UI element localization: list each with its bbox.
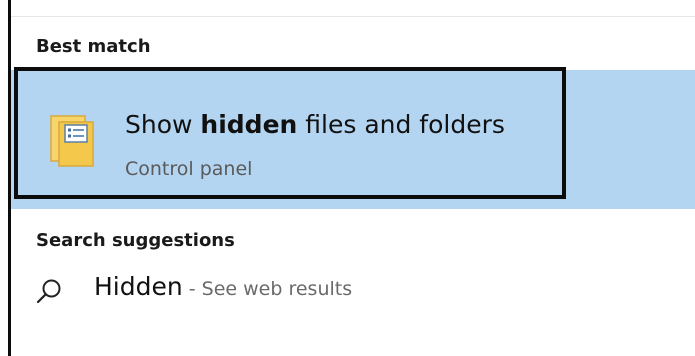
top-divider (11, 16, 695, 17)
folder-options-icon (50, 115, 94, 167)
search-suggestions-heading: Search suggestions (36, 230, 235, 251)
best-match-heading: Best match (36, 36, 151, 57)
result-subtitle: Control panel (125, 158, 253, 180)
best-match-result[interactable] (11, 70, 695, 209)
suggestion-term: Hidden (94, 272, 183, 301)
suggestion-separator: - (182, 278, 202, 300)
suggestion-hint: See web results (201, 278, 353, 300)
suggestion-text: Hidden - See web results (94, 272, 352, 301)
result-title: Show hidden files and folders (125, 110, 505, 139)
search-icon (36, 279, 61, 304)
result-title-match: hidden (200, 110, 298, 139)
